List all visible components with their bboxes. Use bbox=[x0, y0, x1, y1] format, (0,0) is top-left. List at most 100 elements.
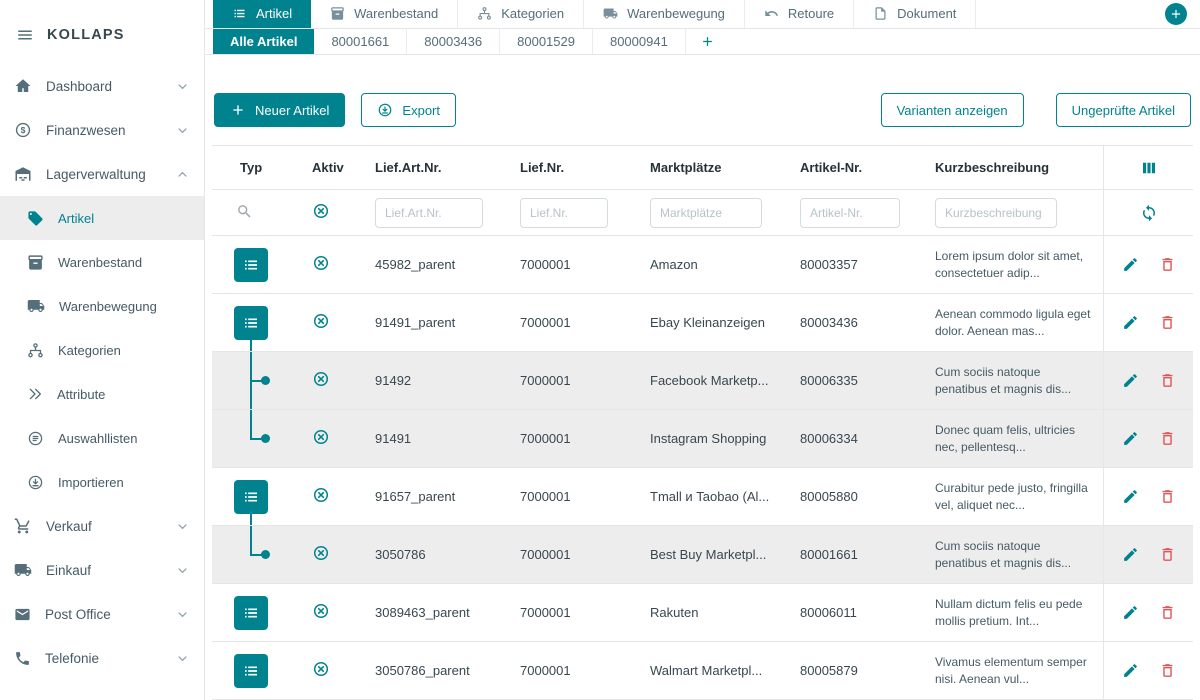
marktplatz: Best Buy Marketpl... bbox=[644, 547, 794, 562]
plus-icon bbox=[1169, 7, 1183, 21]
delete-button[interactable] bbox=[1159, 662, 1176, 679]
sidebar-item-auswahllisten[interactable]: Auswahllisten bbox=[0, 416, 204, 460]
active-status-icon[interactable] bbox=[312, 602, 330, 620]
active-status-icon[interactable] bbox=[312, 254, 330, 272]
active-status-icon[interactable] bbox=[312, 370, 330, 388]
sidebar-item-verkauf[interactable]: Verkauf bbox=[0, 504, 204, 548]
delete-button[interactable] bbox=[1159, 604, 1176, 621]
sidebar-item-dashboard[interactable]: Dashboard bbox=[0, 64, 204, 108]
sidebar-item-lagerverwaltung[interactable]: Lagerverwaltung bbox=[0, 152, 204, 196]
filter-marktplaetze-input[interactable] bbox=[650, 198, 762, 228]
delete-button[interactable] bbox=[1159, 372, 1176, 389]
table-row[interactable]: 91491 7000001 Instagram Shopping 8000633… bbox=[212, 410, 1193, 468]
filter-lief-art-nr-input[interactable] bbox=[375, 198, 483, 228]
table-row[interactable]: 3089463_parent 7000001 Rakuten 80006011 … bbox=[212, 584, 1193, 642]
article-type-button[interactable] bbox=[234, 306, 268, 340]
pencil-icon bbox=[1122, 488, 1139, 505]
active-status-icon[interactable] bbox=[312, 312, 330, 330]
col-header-aktiv: Aktiv bbox=[304, 160, 369, 175]
delete-button[interactable] bbox=[1159, 546, 1176, 563]
sidebar-item-finanzwesen[interactable]: Finanzwesen bbox=[0, 108, 204, 152]
delete-button[interactable] bbox=[1159, 488, 1176, 505]
sidebar-item-post-office[interactable]: Post Office bbox=[0, 592, 204, 636]
edit-button[interactable] bbox=[1122, 430, 1139, 447]
subtab-article[interactable]: 80001661 bbox=[314, 29, 407, 54]
marktplatz: Ebay Kleinanzeigen bbox=[644, 315, 794, 330]
sidebar-item-einkauf[interactable]: Einkauf bbox=[0, 548, 204, 592]
subtab-article[interactable]: 80001529 bbox=[500, 29, 593, 54]
table-row[interactable]: 45982_parent 7000001 Amazon 80003357 Lor… bbox=[212, 236, 1193, 294]
tab-kategorien[interactable]: Kategorien bbox=[458, 0, 584, 28]
tab-dokument[interactable]: Dokument bbox=[854, 0, 976, 28]
sidebar-item-warenbewegung[interactable]: Warenbewegung bbox=[0, 284, 204, 328]
add-tab-button[interactable] bbox=[1165, 3, 1187, 25]
tree-node-dot bbox=[261, 376, 270, 385]
tab-warenbestand[interactable]: Warenbestand bbox=[311, 0, 458, 28]
search-icon[interactable] bbox=[236, 203, 253, 220]
app-logo: KOLLAPS bbox=[47, 27, 125, 43]
edit-button[interactable] bbox=[1122, 546, 1139, 563]
edit-button[interactable] bbox=[1122, 662, 1139, 679]
export-button[interactable]: Export bbox=[361, 93, 456, 127]
article-type-button[interactable] bbox=[234, 248, 268, 282]
lief-nr: 7000001 bbox=[514, 605, 644, 620]
menu-icon[interactable] bbox=[16, 26, 34, 44]
artikel-nr: 80003357 bbox=[794, 257, 929, 272]
tab-artikel[interactable]: Artikel bbox=[213, 0, 311, 28]
new-article-button[interactable]: Neuer Artikel bbox=[214, 93, 345, 127]
kurzbeschreibung: Vivamus elementum semper nisi. Aenean vu… bbox=[929, 654, 1103, 686]
filter-lief-nr-input[interactable] bbox=[520, 198, 608, 228]
sidebar-item-warenbestand[interactable]: Warenbestand bbox=[0, 240, 204, 284]
sidebar-item-importieren[interactable]: Importieren bbox=[0, 460, 204, 504]
unverified-articles-button[interactable]: Ungeprüfte Artikel bbox=[1056, 93, 1191, 127]
lief-nr: 7000001 bbox=[514, 373, 644, 388]
kurzbeschreibung: Lorem ipsum dolor sit amet, consectetuer… bbox=[929, 248, 1103, 280]
delete-button[interactable] bbox=[1159, 314, 1176, 331]
sidebar-item-telefonie[interactable]: Telefonie bbox=[0, 636, 204, 680]
edit-button[interactable] bbox=[1122, 314, 1139, 331]
column-settings-button[interactable] bbox=[1140, 159, 1158, 177]
tree-connector bbox=[250, 410, 252, 439]
add-article-tab-button[interactable] bbox=[686, 29, 729, 54]
tab-warenbewegung[interactable]: Warenbewegung bbox=[584, 0, 745, 28]
article-type-button[interactable] bbox=[234, 654, 268, 688]
edit-button[interactable] bbox=[1122, 488, 1139, 505]
subtab-alle-artikel[interactable]: Alle Artikel bbox=[213, 29, 314, 54]
edit-button[interactable] bbox=[1122, 372, 1139, 389]
active-status-icon[interactable] bbox=[312, 486, 330, 504]
filter-kurzbeschreibung-input[interactable] bbox=[935, 198, 1057, 228]
trash-icon bbox=[1159, 430, 1176, 447]
kurzbeschreibung: Cum sociis natoque penatibus et magnis d… bbox=[929, 364, 1103, 396]
lief-art-nr: 3050786 bbox=[369, 547, 514, 562]
table-row[interactable]: 91491_parent 7000001 Ebay Kleinanzeigen … bbox=[212, 294, 1193, 352]
sidebar-item-artikel[interactable]: Artikel bbox=[0, 196, 204, 240]
mail-icon bbox=[14, 606, 31, 623]
refresh-button[interactable] bbox=[1140, 204, 1158, 222]
active-status-icon[interactable] bbox=[312, 660, 330, 678]
edit-button[interactable] bbox=[1122, 604, 1139, 621]
edit-button[interactable] bbox=[1122, 256, 1139, 273]
article-type-button[interactable] bbox=[234, 596, 268, 630]
table-row[interactable]: 91492 7000001 Facebook Marketp... 800063… bbox=[212, 352, 1193, 410]
table-row[interactable]: 91657_parent 7000001 Tmall и Taobao (Al.… bbox=[212, 468, 1193, 526]
tree-connector bbox=[250, 526, 252, 555]
active-status-icon[interactable] bbox=[312, 428, 330, 446]
subtab-article[interactable]: 80000941 bbox=[593, 29, 686, 54]
tab-retoure[interactable]: Retoure bbox=[745, 0, 854, 28]
marktplatz: Amazon bbox=[644, 257, 794, 272]
subtab-article[interactable]: 80003436 bbox=[407, 29, 500, 54]
table-row[interactable]: 3050786 7000001 Best Buy Marketpl... 800… bbox=[212, 526, 1193, 584]
col-header-marktplaetze: Marktplätze bbox=[644, 160, 794, 175]
sidebar-item-kategorien[interactable]: Kategorien bbox=[0, 328, 204, 372]
filter-artikel-nr-input[interactable] bbox=[800, 198, 900, 228]
active-status-icon[interactable] bbox=[312, 544, 330, 562]
show-variants-button[interactable]: Varianten anzeigen bbox=[881, 93, 1024, 127]
active-toggle-icon[interactable] bbox=[312, 202, 330, 220]
delete-button[interactable] bbox=[1159, 256, 1176, 273]
inventory-icon bbox=[330, 6, 345, 21]
kurzbeschreibung: Aenean commodo ligula eget dolor. Aenean… bbox=[929, 306, 1103, 338]
sidebar-item-attribute[interactable]: Attribute bbox=[0, 372, 204, 416]
article-type-button[interactable] bbox=[234, 480, 268, 514]
table-row[interactable]: 3050786_parent 7000001 Walmart Marketpl.… bbox=[212, 642, 1193, 700]
delete-button[interactable] bbox=[1159, 430, 1176, 447]
